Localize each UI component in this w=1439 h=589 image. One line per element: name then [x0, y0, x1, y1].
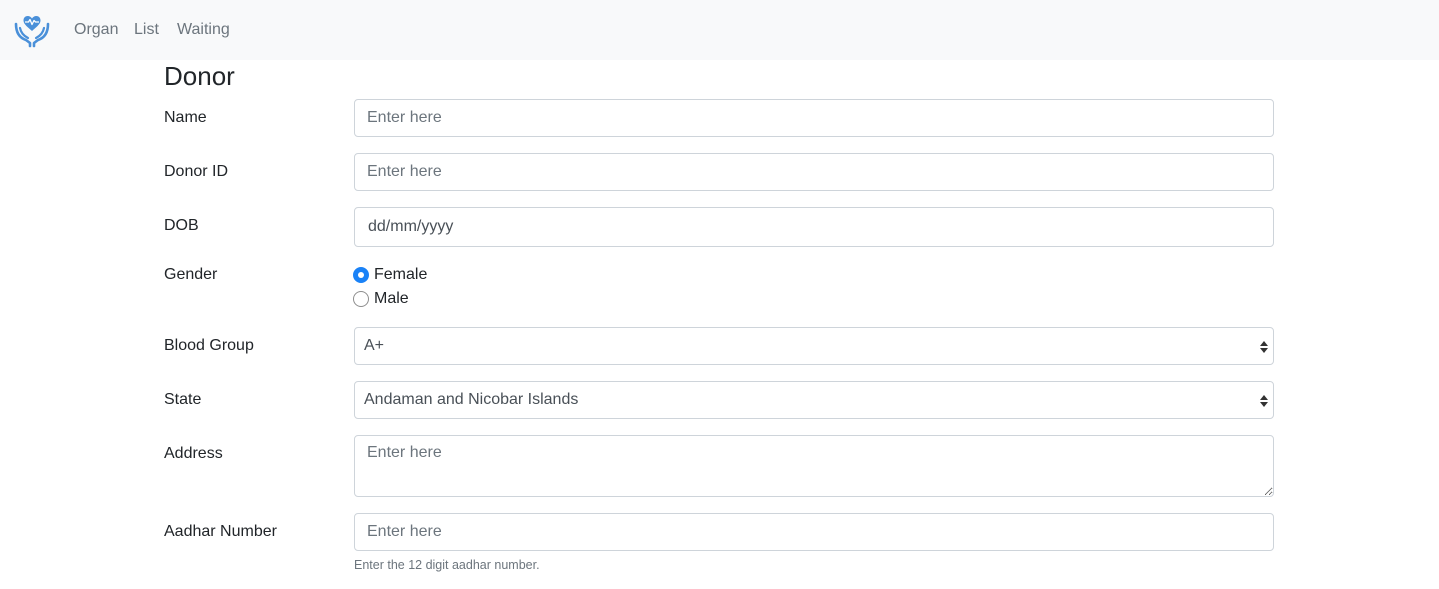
gender-label: Gender [164, 266, 218, 283]
state-selected-value: Andaman and Nicobar Islands [364, 391, 579, 408]
dob-date-input[interactable]: dd/mm/yyyy [354, 207, 1274, 247]
nav-link-organ[interactable]: Organ [74, 20, 118, 40]
page-title: Donor [164, 61, 235, 91]
select-arrows-icon [1260, 341, 1268, 353]
address-label: Address [164, 445, 223, 462]
name-input[interactable] [354, 99, 1274, 137]
donor-id-label: Donor ID [164, 163, 229, 180]
navbar: Organ List Waiting [0, 0, 1439, 60]
nav-link-list[interactable]: List [134, 20, 159, 40]
gender-option-label: Male [374, 290, 409, 307]
gender-option-label: Female [374, 266, 428, 283]
blood-group-selected-value: A+ [364, 337, 385, 354]
select-arrows-icon [1260, 395, 1268, 407]
state-label: State [164, 391, 202, 408]
address-textarea[interactable] [354, 435, 1274, 497]
donor-id-input[interactable] [354, 153, 1274, 191]
nav-link-waiting[interactable]: Waiting [177, 20, 230, 40]
radio-unchecked-icon[interactable] [353, 291, 369, 307]
name-label: Name [164, 109, 207, 126]
aadhar-help-text: Enter the 12 digit aadhar number. [354, 558, 540, 572]
aadhar-number-label: Aadhar Number [164, 523, 277, 540]
aadhar-number-input[interactable] [354, 513, 1274, 551]
blood-group-select[interactable]: A+ [354, 327, 1274, 365]
state-select[interactable]: Andaman and Nicobar Islands [354, 381, 1274, 419]
dob-label: DOB [164, 217, 199, 234]
hands-heart-icon[interactable] [13, 11, 51, 49]
blood-group-label: Blood Group [164, 337, 254, 354]
radio-checked-icon[interactable] [353, 267, 369, 283]
